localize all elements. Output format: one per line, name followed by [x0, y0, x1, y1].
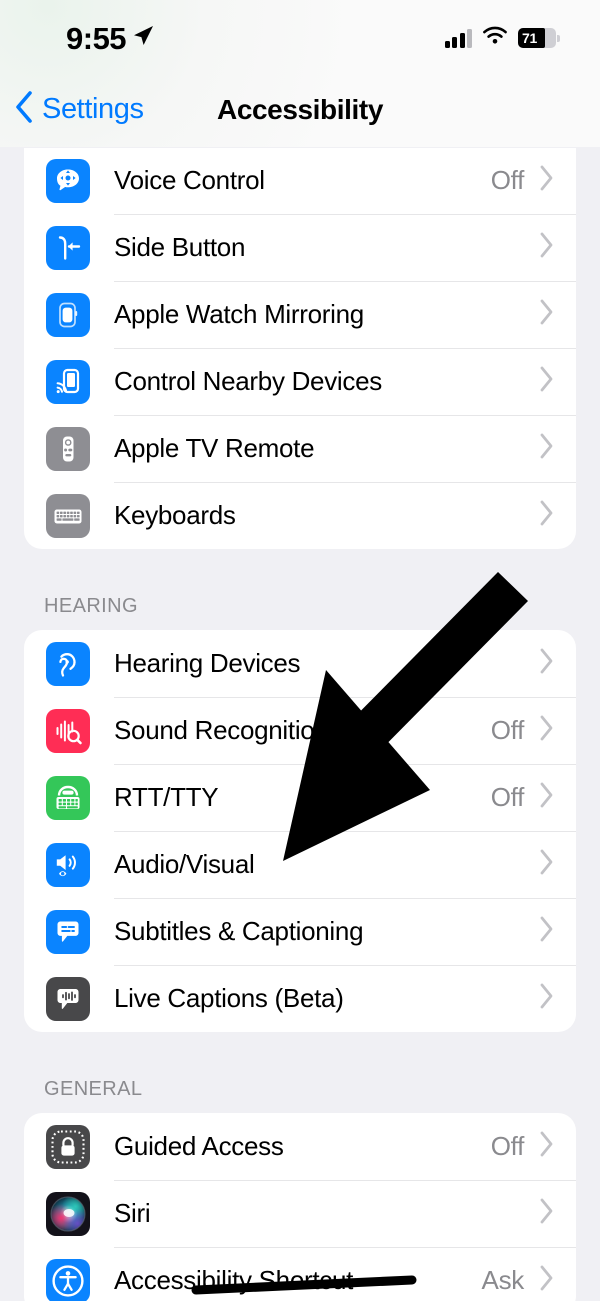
- side-button-icon: [46, 225, 90, 270]
- chevron-right-icon: [538, 1196, 556, 1231]
- settings-row[interactable]: Side Button: [24, 214, 576, 281]
- chevron-right-icon: [538, 847, 556, 882]
- settings-row[interactable]: Guided Access Off: [24, 1113, 576, 1180]
- battery-cap: [557, 34, 560, 42]
- guided-access-lock-icon: [46, 1124, 90, 1169]
- settings-row-label: Subtitles & Captioning: [114, 916, 364, 946]
- chevron-right-icon: [538, 1263, 556, 1298]
- settings-row[interactable]: Keyboards: [24, 482, 576, 549]
- settings-row-label: Apple Watch Mirroring: [114, 299, 364, 329]
- settings-row-label: Accessibility Shortcut: [114, 1265, 354, 1295]
- settings-row[interactable]: Audio/Visual: [24, 831, 576, 898]
- settings-group: Guided Access Off Siri Accessibility Sho…: [24, 1113, 576, 1301]
- keyboard-icon: [46, 493, 90, 538]
- voice-control-icon: [46, 158, 90, 203]
- settings-row-label: Audio/Visual: [114, 849, 255, 879]
- audio-visual-icon: [46, 842, 90, 887]
- back-button-label: Settings: [42, 93, 144, 125]
- cellular-signal-icon: [444, 28, 472, 48]
- chevron-right-icon: [538, 981, 556, 1016]
- settings-row[interactable]: Control Nearby Devices: [24, 348, 576, 415]
- chevron-right-icon: [538, 914, 556, 949]
- chevron-right-icon: [538, 713, 556, 748]
- settings-row[interactable]: Sound Recognition Off: [24, 697, 576, 764]
- status-clock: 9:55: [66, 20, 127, 56]
- settings-row[interactable]: RTT/TTY Off: [24, 764, 576, 831]
- settings-row-label: Side Button: [114, 232, 246, 262]
- settings-row-value: Off: [490, 1131, 525, 1161]
- section-header: GENERAL: [44, 1078, 143, 1100]
- settings-scroll-content[interactable]: Voice Control Off Side Button Apple Watch…: [0, 147, 600, 1301]
- top-chrome: 9:55 71 Settings Accessibility: [0, 0, 600, 147]
- status-bar-left: 9:55: [66, 19, 155, 54]
- chevron-right-icon: [538, 646, 556, 681]
- settings-row-value: Off: [490, 165, 525, 195]
- live-captions-icon: [46, 976, 90, 1021]
- settings-row[interactable]: Hearing Devices: [24, 630, 576, 697]
- chevron-right-icon: [538, 297, 556, 332]
- settings-row[interactable]: Apple TV Remote: [24, 415, 576, 482]
- settings-row[interactable]: Voice Control Off: [24, 148, 576, 214]
- accessibility-person-icon: [46, 1258, 90, 1301]
- settings-row-label: Apple TV Remote: [114, 433, 315, 463]
- settings-row-value: Ask: [481, 1265, 525, 1295]
- settings-row[interactable]: Accessibility Shortcut Ask: [24, 1247, 576, 1301]
- settings-row-value: Off: [490, 715, 525, 745]
- settings-row-label: Control Nearby Devices: [114, 366, 382, 396]
- control-nearby-devices-icon: [46, 359, 90, 404]
- siri-icon: [46, 1191, 90, 1236]
- chevron-right-icon: [538, 364, 556, 399]
- chevron-right-icon: [538, 431, 556, 466]
- settings-row[interactable]: Apple Watch Mirroring: [24, 281, 576, 348]
- settings-row[interactable]: Subtitles & Captioning: [24, 898, 576, 965]
- battery-percent-label: 71: [522, 30, 537, 46]
- apple-watch-icon: [46, 292, 90, 337]
- status-bar-right: 71: [444, 22, 560, 50]
- settings-row-label: Hearing Devices: [114, 648, 301, 678]
- settings-row-label: Siri: [114, 1198, 151, 1228]
- subtitles-icon: [46, 909, 90, 954]
- battery-icon: 71: [518, 28, 560, 48]
- settings-group: Voice Control Off Side Button Apple Watch…: [24, 148, 576, 549]
- ear-icon: [46, 641, 90, 686]
- navigation-bar: Settings Accessibility: [0, 72, 600, 147]
- chevron-right-icon: [538, 230, 556, 265]
- settings-row-value: Off: [490, 782, 525, 812]
- settings-row-label: RTT/TTY: [114, 782, 219, 812]
- rtt-tty-icon: [46, 775, 90, 820]
- settings-row[interactable]: Siri: [24, 1180, 576, 1247]
- iphone-screen: Voice Control Off Side Button Apple Watch…: [0, 0, 600, 1301]
- settings-row[interactable]: Live Captions (Beta): [24, 965, 576, 1032]
- wifi-icon: [482, 26, 508, 50]
- settings-row-label: Guided Access: [114, 1131, 284, 1161]
- settings-row-label: Live Captions (Beta): [114, 983, 344, 1013]
- chevron-right-icon: [538, 780, 556, 815]
- chevron-right-icon: [538, 163, 556, 198]
- back-button[interactable]: Settings: [14, 90, 144, 129]
- chevron-right-icon: [538, 1129, 556, 1164]
- chevron-left-icon: [14, 90, 34, 129]
- settings-row-label: Keyboards: [114, 500, 236, 530]
- settings-group: Hearing Devices Sound Recognition Off RT…: [24, 630, 576, 1032]
- settings-row-label: Voice Control: [114, 165, 265, 195]
- settings-row-label: Sound Recognition: [114, 715, 329, 745]
- location-arrow-icon: [131, 24, 155, 53]
- status-bar: 9:55 71: [0, 0, 600, 72]
- section-header: HEARING: [44, 595, 138, 617]
- apple-tv-remote-icon: [46, 426, 90, 471]
- chevron-right-icon: [538, 498, 556, 533]
- sound-recognition-icon: [46, 708, 90, 753]
